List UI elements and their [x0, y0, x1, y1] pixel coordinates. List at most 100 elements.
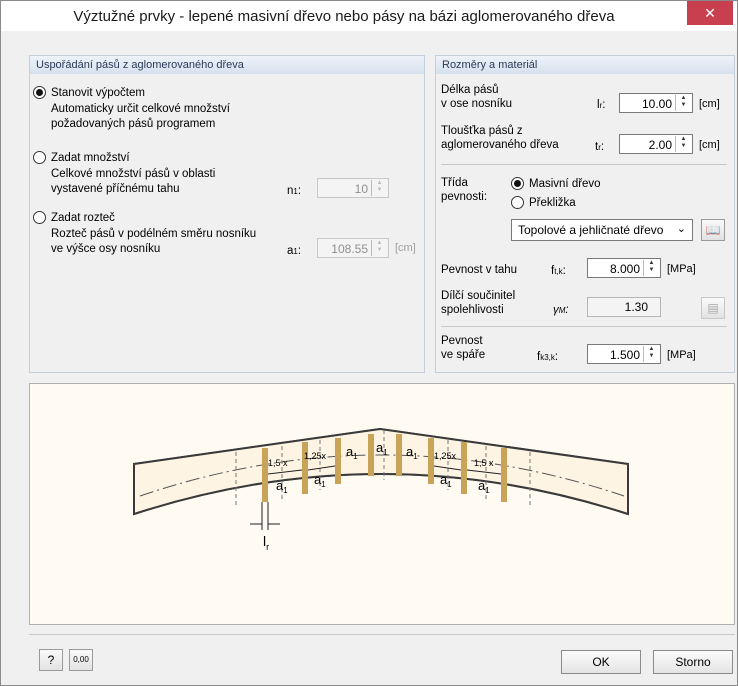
radio-plywood[interactable]: [511, 196, 524, 209]
strip: [501, 448, 507, 502]
dim-label-top-1: 1,25x: [304, 451, 327, 461]
group-header-arrangement: Uspořádání pásů z aglomerovaného dřeva: [30, 56, 424, 74]
subscript: 1: [383, 448, 388, 457]
quantity-value: 10: [354, 182, 368, 196]
strip-thickness-value: 2.00: [648, 138, 672, 152]
spacing-desc-1: Rozteč pásů v podélném směru nosníku: [51, 228, 257, 240]
joint-strength-value: 1.500: [609, 348, 640, 362]
title-bar: Výztužné prvky - lepené masivní dřevo ne…: [1, 1, 737, 31]
strip: [262, 448, 268, 502]
window-title: Výztužné prvky - lepené masivní dřevo ne…: [73, 8, 615, 25]
radio-spacing-label[interactable]: Zadat rozteč: [51, 211, 115, 225]
radio-calculate-label[interactable]: Stanovit výpočtem: [51, 86, 145, 100]
spacing-value: 108.55: [331, 242, 368, 256]
joint-strength-unit: [MPa]: [667, 349, 696, 361]
calculate-desc-1: Automaticky určit celkové množství: [51, 103, 230, 115]
partial-factor-label-2: spolehlivosti: [441, 304, 504, 316]
joint-strength-symbol: fk3,k:: [537, 351, 559, 363]
tensile-symbol: ft,k:: [551, 265, 566, 277]
strip-length-value: 10.00: [641, 97, 672, 111]
calculate-desc-2: požadovaných pásů programem: [51, 118, 216, 130]
quantity-desc-2: vystavené příčnému tahu: [51, 183, 180, 195]
book-icon: 📖: [705, 223, 721, 237]
spacing-unit: [cm]: [395, 242, 416, 254]
units-button[interactable]: 0,00: [69, 649, 93, 671]
spin-arrows-icon[interactable]: ▲ ▼: [675, 136, 691, 152]
wood-type-value: Topolové a jehličnaté dřevo: [518, 223, 664, 237]
spin-arrows-icon[interactable]: ▲ ▼: [643, 346, 659, 362]
lr-dimension: [250, 502, 280, 530]
thickness-unit: [cm]: [699, 139, 720, 151]
lr-label: lr: [263, 533, 269, 552]
length-unit: [cm]: [699, 98, 720, 110]
edit-factor-button[interactable]: ▤: [701, 297, 725, 319]
strip: [335, 438, 341, 484]
help-button[interactable]: ?: [39, 649, 63, 671]
strip: [396, 434, 402, 476]
strip-thickness-stepper[interactable]: 2.00 ▲ ▼: [619, 134, 693, 154]
quantity-symbol: n1:: [287, 185, 302, 197]
dim-label-top-5: 1,25x: [434, 451, 457, 461]
joint-strength-label-1: Pevnost: [441, 335, 483, 347]
edit-icon: ▤: [707, 301, 719, 315]
dialog-window: Výztužné prvky - lepené masivní dřevo ne…: [0, 0, 738, 686]
radio-spacing[interactable]: [33, 211, 46, 224]
joint-strength-stepper[interactable]: 1.500 ▲ ▼: [587, 344, 661, 364]
thickness-label-2: aglomerovaného dřeva: [441, 139, 559, 151]
subscript: 1: [353, 452, 358, 461]
length-symbol: lr:: [597, 99, 606, 111]
spacing-symbol: a1:: [287, 245, 302, 257]
cancel-button[interactable]: Storno: [653, 650, 733, 674]
chevron-down-icon[interactable]: ⌄: [677, 222, 686, 235]
thickness-label-1: Tloušťka pásů z: [441, 125, 523, 137]
spin-arrows-icon[interactable]: ▲ ▼: [371, 240, 387, 256]
spacing-desc-2: ve výšce osy nosníku: [51, 243, 161, 255]
spacing-stepper[interactable]: 108.55 ▲ ▼: [317, 238, 389, 258]
partial-factor-label-1: Dílčí součinitel: [441, 290, 516, 302]
strip-length-stepper[interactable]: 10.00 ▲ ▼: [619, 93, 693, 113]
group-header-dimensions: Rozměry a materiál: [436, 56, 734, 74]
beam-diagram: 1,5 x 1,25x a1 a1 a1 1,25x 1,5 x a1 a1 a…: [29, 383, 735, 625]
divider: [441, 326, 727, 327]
quantity-stepper[interactable]: 10 ▲ ▼: [317, 178, 389, 198]
length-label-1: Délka pásů: [441, 84, 499, 96]
subscript: 1: [321, 480, 326, 489]
strip: [461, 442, 467, 494]
ok-button[interactable]: OK: [561, 650, 641, 674]
dim-label-top-6: 1,5 x: [474, 458, 494, 468]
radio-plywood-label[interactable]: Překližka: [529, 196, 576, 210]
class-label-2: pevnosti:: [441, 191, 488, 203]
dim-label-top-0: 1,5 x: [268, 458, 288, 468]
strip: [368, 434, 374, 476]
gamma-symbol: γM:: [553, 304, 569, 316]
spin-arrows-icon[interactable]: ▲ ▼: [371, 180, 387, 196]
thickness-symbol: tr:: [595, 141, 605, 153]
joint-strength-label-2: ve spáře: [441, 349, 486, 361]
subscript: 1: [485, 486, 490, 495]
radio-quantity-label[interactable]: Zadat množství: [51, 151, 130, 165]
close-button[interactable]: ✕: [687, 1, 733, 25]
tensile-strength-value: 8.000: [609, 262, 640, 276]
subscript: 1: [283, 486, 288, 495]
tensile-strength-label: Pevnost v tahu: [441, 264, 518, 276]
strip: [428, 438, 434, 484]
tensile-strength-stepper[interactable]: 8.000 ▲ ▼: [587, 258, 661, 278]
length-label-2: v ose nosníku: [441, 98, 512, 110]
quantity-desc-1: Celkové množství pásů v oblasti: [51, 168, 216, 180]
tensile-unit: [MPa]: [667, 263, 696, 275]
decimal-places-icon: 0,00: [73, 655, 89, 664]
material-library-button[interactable]: 📖: [701, 219, 725, 241]
radio-quantity[interactable]: [33, 151, 46, 164]
radio-solid-wood-label[interactable]: Masivní dřevo: [529, 177, 601, 191]
strip: [302, 442, 308, 494]
wood-type-select[interactable]: Topolové a jehličnaté dřevo ⌄: [511, 219, 693, 241]
help-icon: ?: [47, 653, 55, 667]
subscript: 1: [447, 480, 452, 489]
subscript: 1: [413, 452, 418, 461]
radio-calculate[interactable]: [33, 86, 46, 99]
partial-factor-value: 1.30: [587, 297, 661, 317]
divider: [441, 164, 727, 165]
radio-solid-wood[interactable]: [511, 177, 524, 190]
spin-arrows-icon[interactable]: ▲ ▼: [643, 260, 659, 276]
spin-arrows-icon[interactable]: ▲ ▼: [675, 95, 691, 111]
